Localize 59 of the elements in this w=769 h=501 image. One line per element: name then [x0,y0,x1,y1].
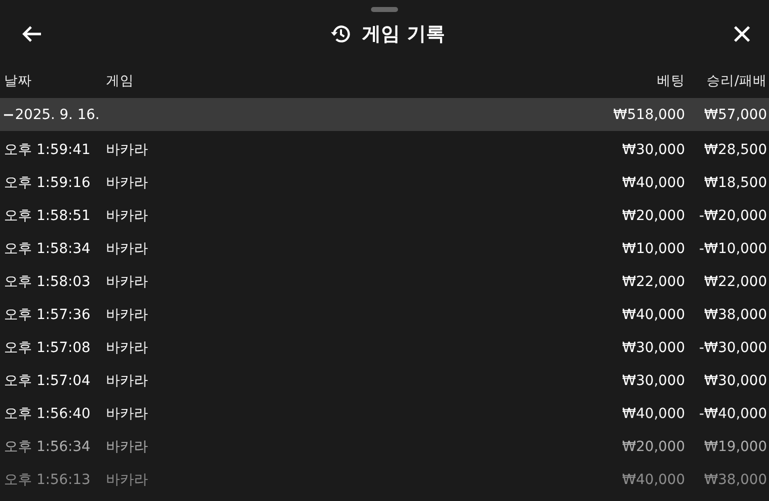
bet-cell-text: ₩10,000 [621,240,685,256]
column-header: 베팅 [656,72,685,90]
time-cell-text: 오후 1:57:04 [4,372,92,390]
game-cell-text: 바카라 [106,206,149,224]
bet-cell-text: ₩30,000 [621,340,685,356]
result-cell-text: ₩30,000 [703,372,767,388]
game-cell-text: 바카라 [106,338,149,356]
bet-cell-text: ₩30,000 [621,372,685,388]
time-cell-text: 오후 1:59:41 [4,140,92,158]
time-cell-text: 오후 1:58:51 [4,206,92,224]
time-cell-text: 오후 1:56:40 [4,404,92,422]
result-cell-text: -₩20,000 [698,208,767,224]
history-icon [330,23,352,45]
bet-cell-text: ₩40,000 [621,306,685,322]
game-cell-text: 바카라 [106,404,149,422]
time-cell-text: 오후 1:58:34 [4,240,92,258]
bet-cell-text: ₩20,000 [621,438,685,454]
game-cell-text: 바카라 [106,470,149,488]
time-cell-text: 오후 1:57:36 [4,306,92,324]
game-cell-text: 바카라 [106,240,149,258]
result-cell-text: ₩19,000 [703,438,767,454]
back-arrow-icon [22,25,42,43]
window-title: 게임 기록 [362,22,445,47]
time-cell-text: 오후 1:56:13 [4,470,92,488]
bet-cell-text: ₩30,000 [621,142,685,158]
result-cell-text: -₩10,000 [698,240,767,256]
group-bet-total: ₩518,000 [612,106,685,122]
result-cell-text: ₩38,000 [703,306,767,322]
date-group-row[interactable]: 2025. 9. 16. ₩518,000 ₩57,000 [0,98,769,131]
result-cell-text: ₩22,000 [703,274,767,290]
time-cell-text: 오후 1:56:34 [4,438,92,456]
game-cell-text: 바카라 [106,306,149,324]
game-cell-text: 바카라 [106,438,149,456]
game-cell-text: 바카라 [106,372,149,390]
close-icon [733,25,751,43]
result-cell-text: -₩40,000 [698,406,767,422]
time-cell-text: 오후 1:59:16 [4,174,92,192]
bet-cell-text: ₩40,000 [621,406,685,422]
bet-cell-text: ₩40,000 [621,472,685,488]
game-cell-text: 바카라 [106,140,149,158]
bet-cell-text: ₩40,000 [621,174,685,190]
result-cell-text: ₩28,500 [703,142,767,158]
time-cell-text: 오후 1:57:08 [4,338,92,356]
result-cell-text: -₩30,000 [698,340,767,356]
group-result-total: ₩57,000 [703,106,767,122]
back-button[interactable] [22,25,42,43]
time-cell-text: 오후 1:58:03 [4,272,92,290]
drag-handle[interactable] [371,7,398,12]
column-header: 승리/패배 [705,72,767,90]
bet-cell-text: ₩22,000 [621,274,685,290]
game-cell-text: 바카라 [106,272,149,290]
result-cell-text: ₩38,000 [703,472,767,488]
column-header: 날짜 [4,72,33,90]
result-cell-text: ₩18,500 [703,174,767,190]
bet-cell-text: ₩20,000 [621,208,685,224]
column-header: 게임 [106,72,135,90]
game-cell-text: 바카라 [106,174,149,192]
close-button[interactable] [733,25,751,43]
group-date: 2025. 9. 16. [15,106,100,122]
